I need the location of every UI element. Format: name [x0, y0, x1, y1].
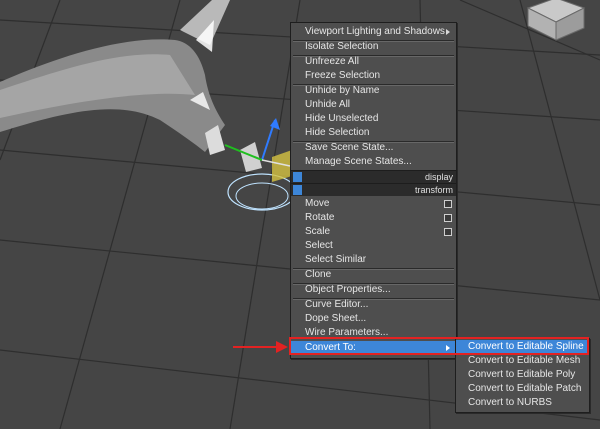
menu-item-select-similar[interactable]: Select Similar — [291, 253, 456, 267]
submenu-item-editable-poly[interactable]: Convert to Editable Poly — [456, 368, 589, 382]
settings-box-icon[interactable] — [444, 214, 452, 222]
quad-color-swatch — [293, 185, 302, 195]
menu-item-hide-unselected[interactable]: Hide Unselected — [291, 112, 456, 126]
menu-item-select[interactable]: Select — [291, 239, 456, 253]
menu-item-scale[interactable]: Scale — [291, 225, 456, 239]
menu-item-clone[interactable]: Clone — [291, 268, 456, 282]
submenu-item-nurbs[interactable]: Convert to NURBS — [456, 396, 589, 410]
menu-item-rotate[interactable]: Rotate — [291, 211, 456, 225]
menu-item-object-properties[interactable]: Object Properties... — [291, 283, 456, 297]
quad-header-display[interactable]: display — [291, 170, 456, 183]
submenu-item-editable-patch[interactable]: Convert to Editable Patch — [456, 382, 589, 396]
menu-item-unhide-by-name[interactable]: Unhide by Name — [291, 84, 456, 98]
submenu-arrow-icon — [446, 29, 450, 35]
quad-header-transform[interactable]: transform — [291, 183, 456, 196]
menu-item-isolate-selection[interactable]: Isolate Selection — [291, 40, 456, 54]
menu-item-viewport-lighting[interactable]: Viewport Lighting and Shadows — [291, 25, 456, 39]
menu-item-manage-scene-states[interactable]: Manage Scene States... — [291, 155, 456, 169]
settings-box-icon[interactable] — [444, 228, 452, 236]
annotation-highlight-box — [289, 337, 589, 355]
settings-box-icon[interactable] — [444, 200, 452, 208]
quad-menu: Viewport Lighting and Shadows Isolate Se… — [290, 22, 457, 359]
menu-item-dope-sheet[interactable]: Dope Sheet... — [291, 312, 456, 326]
menu-item-unfreeze-all[interactable]: Unfreeze All — [291, 55, 456, 69]
submenu-item-editable-mesh[interactable]: Convert to Editable Mesh — [456, 354, 589, 368]
menu-item-move[interactable]: Move — [291, 197, 456, 211]
menu-item-hide-selection[interactable]: Hide Selection — [291, 126, 456, 140]
menu-item-freeze-selection[interactable]: Freeze Selection — [291, 69, 456, 83]
quad-color-swatch — [293, 172, 302, 182]
menu-item-unhide-all[interactable]: Unhide All — [291, 98, 456, 112]
menu-item-curve-editor[interactable]: Curve Editor... — [291, 298, 456, 312]
menu-item-save-scene-state[interactable]: Save Scene State... — [291, 141, 456, 155]
